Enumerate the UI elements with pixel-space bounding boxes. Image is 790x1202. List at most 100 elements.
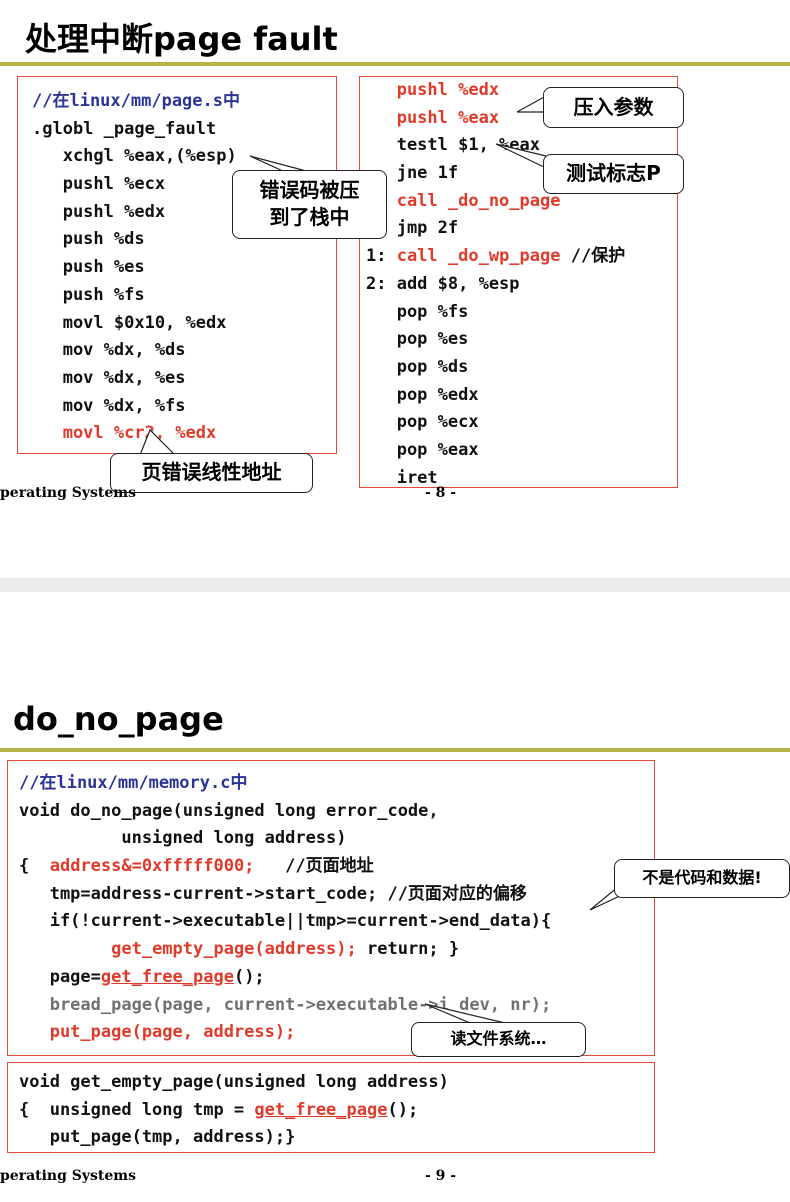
slide-8: 处理中断page fault //在linux/mm/page.s中 .globl… xyxy=(0,0,790,578)
code-token: push %es xyxy=(32,257,145,278)
code-token: pop %edx xyxy=(366,384,479,405)
code-line: page=get_free_page(); xyxy=(19,964,551,992)
code-line: pushl %edx xyxy=(32,199,240,227)
code-token: (); xyxy=(387,1099,419,1120)
code-line: push %fs xyxy=(32,282,240,310)
code-token: push %ds xyxy=(32,229,145,250)
code-line: //在linux/mm/memory.c中 xyxy=(19,770,551,798)
code-token: xchgl %eax,(%esp) xyxy=(32,146,237,167)
code-token: movl %cr2, %edx xyxy=(32,423,217,444)
code-token: testl $1, %eax xyxy=(366,135,540,156)
code-token: pop %fs xyxy=(366,301,469,322)
code-token: tmp=address-current->start_code; //页面对应的… xyxy=(19,883,527,904)
code-line: movl $0x10, %edx xyxy=(32,310,240,338)
code-token: address&=0xfffff000; xyxy=(49,856,255,877)
main-code-block: //在linux/mm/memory.c中 void do_no_page(uns… xyxy=(19,770,551,1047)
code-token: //在linux/mm/memory.c中 xyxy=(19,773,248,793)
slide-9: do_no_page //在linux/mm/memory.c中 void do_… xyxy=(0,592,790,1202)
code-token: pushl %eax xyxy=(366,107,500,128)
slide-title: do_no_page xyxy=(13,700,224,738)
footer-page-number: - 8 - xyxy=(425,485,457,501)
code-token: 1: xyxy=(366,246,397,267)
code-token: (); xyxy=(233,966,265,987)
callout-not-code-data: 不是代码和数据! xyxy=(614,859,790,898)
code-line: get_empty_page(address); return; } xyxy=(19,936,551,964)
code-line: push %es xyxy=(32,254,240,282)
code-line: pop %eax xyxy=(366,437,625,465)
code-token: { unsigned long tmp = xyxy=(19,1099,255,1120)
callout-test-flag: 测试标志P xyxy=(543,154,684,194)
title-rule xyxy=(0,748,790,752)
code-line: 2: add $8, %esp xyxy=(366,271,625,299)
code-line: mov %dx, %es xyxy=(32,365,240,393)
code-line: pop %edx xyxy=(366,382,625,410)
code-line: { address&=0xfffff000; //页面地址 xyxy=(19,853,551,881)
code-line: mov %dx, %ds xyxy=(32,337,240,365)
code-line: mov %dx, %fs xyxy=(32,393,240,421)
callout-fault-address: 页错误线性地址 xyxy=(110,453,313,493)
code-token: pop %es xyxy=(366,329,469,350)
code-line: iret xyxy=(366,465,625,493)
code-token: call _do_no_page xyxy=(366,190,561,211)
footer-page-number: - 9 - xyxy=(425,1168,457,1184)
code-line: pushl %ecx xyxy=(32,171,240,199)
title-rule xyxy=(0,62,790,66)
footer-left: perating Systems xyxy=(0,485,136,501)
code-line: void get_empty_page(unsigned long addres… xyxy=(19,1069,449,1097)
code-line: xchgl %eax,(%esp) xyxy=(32,143,240,171)
code-token: pushl %edx xyxy=(32,201,166,222)
code-token: .globl _page_fault xyxy=(32,118,217,139)
code-line: put_page(tmp, address);} xyxy=(19,1124,449,1152)
code-token: put_page(tmp, address);} xyxy=(19,1127,296,1148)
code-line: 1: call _do_wp_page //保护 xyxy=(366,243,625,271)
code-line: pop %ds xyxy=(366,354,625,382)
code-line: movl %cr2, %edx xyxy=(32,420,240,448)
code-line: unsigned long address) xyxy=(19,825,551,853)
code-token: mov %dx, %ds xyxy=(32,340,186,361)
code-line: push %ds xyxy=(32,226,240,254)
code-token: bread_page(page, current->executable->i_… xyxy=(19,994,552,1015)
code-token: put_page(page, address); xyxy=(19,1022,296,1043)
code-line: if(!current->executable||tmp>=current->e… xyxy=(19,908,552,936)
footer-left: perating Systems xyxy=(0,1168,136,1184)
code-token: if(!current->executable||tmp>=current->e… xyxy=(19,911,552,932)
slide-separator xyxy=(0,578,790,592)
code-line: { unsigned long tmp = get_free_page(); xyxy=(19,1097,449,1125)
code-token: //页面地址 xyxy=(254,856,374,877)
code-line: tmp=address-current->start_code; //页面对应的… xyxy=(19,881,551,909)
code-token: { xyxy=(19,856,50,877)
code-token: //保护 xyxy=(560,246,626,267)
code-token: void get_empty_page(unsigned long addres… xyxy=(19,1072,449,1092)
code-token: page= xyxy=(19,966,101,987)
right-code-block: pushl %edx pushl %eax testl $1, %eax jne… xyxy=(366,77,625,492)
code-line: .globl _page_fault xyxy=(32,116,240,144)
code-line: bread_page(page, current->executable->i_… xyxy=(19,992,552,1020)
slide-title: 处理中断page fault xyxy=(25,20,338,58)
code-token: //在linux/mm/page.s中 xyxy=(32,91,240,111)
code-token: pushl %ecx xyxy=(32,174,166,195)
code-token: void do_no_page(unsigned long error_code… xyxy=(19,800,439,821)
code-token: pushl %edx xyxy=(366,80,500,100)
code-line: jmp 2f xyxy=(366,215,625,243)
callout-error-code: 错误码被压 到了栈中 xyxy=(232,170,387,239)
code-token: get_free_page xyxy=(100,966,234,987)
left-code-block: //在linux/mm/page.s中 .globl _page_fault xc… xyxy=(32,88,240,448)
code-token: movl $0x10, %edx xyxy=(32,312,227,333)
code-token: get_free_page xyxy=(254,1099,388,1120)
code-token: push %fs xyxy=(32,284,145,305)
code-token: return; } xyxy=(356,939,460,960)
code-token: 2: add $8, %esp xyxy=(366,273,520,294)
sub-code-block: void get_empty_page(unsigned long addres… xyxy=(19,1069,449,1152)
code-token: get_empty_page(address); xyxy=(111,939,357,960)
code-line: pop %ecx xyxy=(366,409,625,437)
code-token: mov %dx, %fs xyxy=(32,395,186,416)
code-token: unsigned long address) xyxy=(19,828,347,849)
callout-push-params: 压入参数 xyxy=(543,87,684,128)
code-token: pop %eax xyxy=(366,439,479,460)
code-token: mov %dx, %es xyxy=(32,367,186,388)
code-line: pop %es xyxy=(366,326,625,354)
callout-read-filesystem: 读文件系统… xyxy=(411,1022,586,1057)
code-line: pop %fs xyxy=(366,299,625,327)
code-line: void do_no_page(unsigned long error_code… xyxy=(19,798,551,826)
